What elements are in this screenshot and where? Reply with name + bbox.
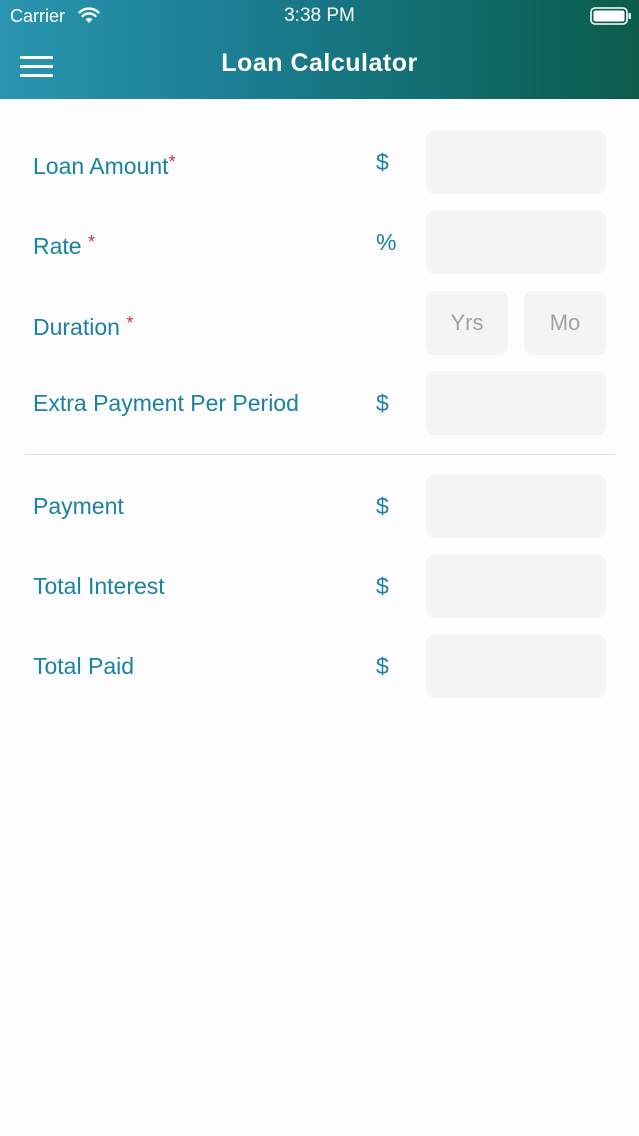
rate-row: Rate * % — [0, 210, 639, 274]
total-interest-unit: $ — [376, 573, 389, 599]
loan-amount-input[interactable] — [426, 130, 606, 194]
duration-label: Duration * — [33, 313, 134, 340]
loan-amount-unit: $ — [376, 149, 389, 175]
navigation-bar: Loan Calculator — [0, 33, 639, 99]
required-marker: * — [168, 152, 176, 172]
payment-label: Payment — [33, 493, 124, 519]
required-marker: * — [126, 313, 134, 333]
extra-payment-row: Extra Payment Per Period $ — [0, 371, 639, 435]
payment-output — [426, 474, 606, 538]
total-interest-label: Total Interest — [33, 573, 165, 599]
total-paid-row: Total Paid $ — [0, 634, 639, 698]
duration-row: Duration * — [0, 291, 639, 355]
total-paid-label: Total Paid — [33, 653, 135, 679]
rate-input[interactable] — [426, 210, 606, 274]
required-marker: * — [87, 232, 95, 252]
page-title: Loan Calculator — [221, 49, 418, 77]
total-paid-unit: $ — [376, 653, 389, 679]
status-bar: Carrier 3:38 PM — [0, 0, 639, 33]
status-time: 3:38 PM — [284, 5, 355, 26]
total-interest-row: Total Interest $ — [0, 554, 639, 618]
extra-payment-unit: $ — [376, 390, 389, 416]
total-paid-output — [426, 634, 606, 698]
total-interest-output — [426, 554, 606, 618]
extra-payment-input[interactable] — [426, 371, 606, 435]
loan-amount-label: Loan Amount* — [33, 152, 176, 179]
payment-row: Payment $ — [0, 474, 639, 538]
section-divider — [25, 454, 615, 455]
duration-years-input[interactable] — [426, 291, 508, 355]
battery-icon — [590, 7, 631, 25]
rate-unit: % — [376, 229, 397, 255]
app-header: Carrier 3:38 PM Loan Calculator — [0, 0, 639, 99]
payment-unit: $ — [376, 493, 389, 519]
duration-months-input[interactable] — [524, 291, 606, 355]
loan-amount-row: Loan Amount* $ — [0, 130, 639, 194]
rate-label: Rate * — [33, 232, 95, 259]
extra-payment-label: Extra Payment Per Period — [33, 390, 299, 416]
